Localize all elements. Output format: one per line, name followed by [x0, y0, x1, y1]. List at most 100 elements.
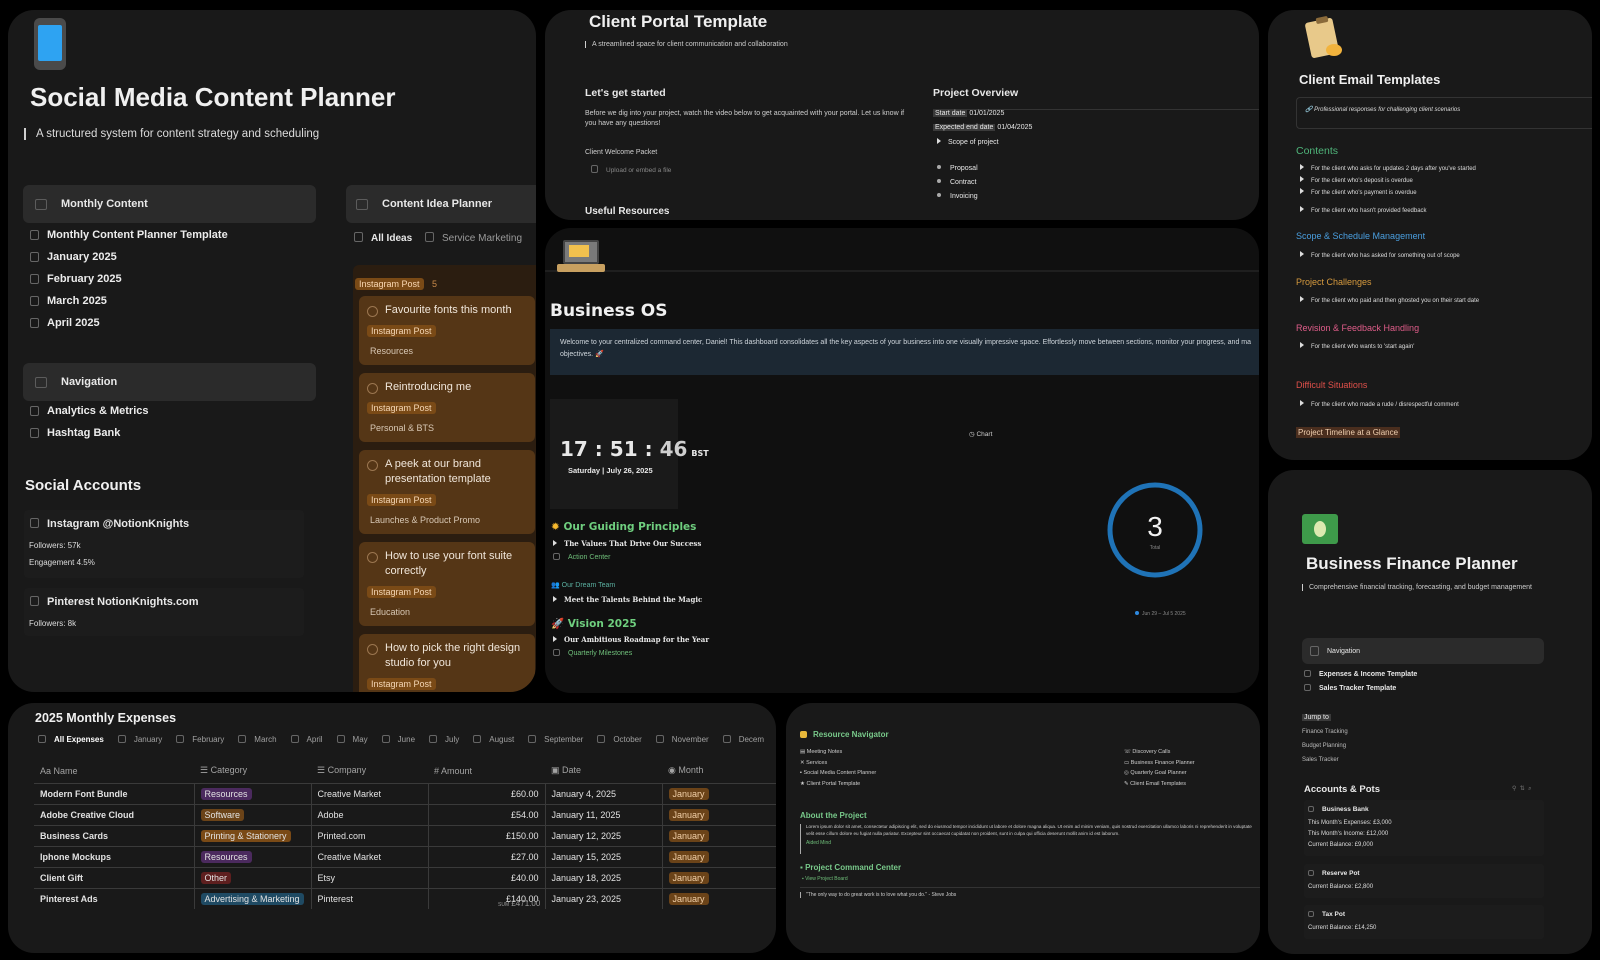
- tab-month[interactable]: January: [117, 735, 162, 744]
- idea-card[interactable]: Reintroducing me Instagram Post Personal…: [359, 373, 535, 442]
- column-header[interactable]: # Amount: [428, 759, 545, 783]
- nav-item[interactable]: Sales Tracker Template: [1304, 684, 1396, 692]
- tab-month[interactable]: November: [655, 735, 709, 744]
- navigation-heading[interactable]: Navigation: [23, 363, 316, 401]
- cell-name[interactable]: Modern Font Bundle: [34, 782, 195, 804]
- email-toggle[interactable]: For the client who paid and then ghosted…: [1300, 296, 1479, 304]
- milestones-link[interactable]: Quarterly Milestones: [553, 649, 632, 657]
- monthly-item[interactable]: March 2025: [30, 295, 107, 307]
- cell-name[interactable]: Client Gift: [34, 866, 195, 888]
- nav-link[interactable]: ☏ Discovery Calls: [1124, 747, 1195, 758]
- nav-link[interactable]: ✎ Client Email Templates: [1124, 779, 1195, 790]
- nav-item[interactable]: Hashtag Bank: [30, 427, 120, 439]
- idea-card[interactable]: How to pick the right design studio for …: [359, 634, 535, 692]
- pot-card[interactable]: Tax Pot Current Balance: £14,250: [1304, 905, 1544, 939]
- view-controls[interactable]: ⚲ ⇅ ⌕: [1512, 785, 1532, 793]
- cell-month[interactable]: January: [662, 803, 776, 825]
- cell-category[interactable]: Resources: [194, 782, 312, 804]
- monthly-content-heading[interactable]: Monthly Content: [23, 185, 316, 223]
- account-card[interactable]: Instagram @NotionKnights Followers: 57k …: [24, 510, 304, 578]
- column-header[interactable]: ◉ Month: [662, 759, 776, 783]
- cell-company[interactable]: Pinterest: [311, 887, 429, 909]
- idea-card[interactable]: Favourite fonts this month Instagram Pos…: [359, 296, 535, 365]
- tab-month[interactable]: Decem: [722, 735, 764, 744]
- column-header[interactable]: ☰ Category: [194, 759, 311, 783]
- cell-date[interactable]: January 15, 2025: [545, 845, 663, 867]
- tab-month[interactable]: March: [238, 735, 277, 744]
- cell-name[interactable]: Adobe Creative Cloud: [34, 803, 195, 825]
- cell-name[interactable]: Iphone Mockups: [34, 845, 195, 867]
- cell-category[interactable]: Software: [194, 803, 312, 825]
- table-row[interactable]: Iphone Mockups Resources Creative Market £2…: [34, 845, 776, 867]
- cell-company[interactable]: Creative Market: [311, 845, 429, 867]
- jump-link[interactable]: Budget Planning: [1302, 743, 1346, 749]
- cell-company[interactable]: Creative Market: [311, 782, 429, 804]
- jump-link[interactable]: Finance Tracking: [1302, 729, 1348, 735]
- nav-link[interactable]: ★ Client Portal Template: [800, 779, 876, 790]
- cell-month[interactable]: January: [662, 824, 776, 846]
- tab-month[interactable]: April: [290, 735, 323, 744]
- table-row[interactable]: Business Cards Printing & Stationery Print…: [34, 824, 776, 846]
- cell-amount[interactable]: £40.00: [428, 866, 546, 888]
- table-row[interactable]: Client Gift Other Etsy £40.00 January 18, 20…: [34, 866, 776, 888]
- table-row[interactable]: Modern Font Bundle Resources Creative Mark…: [34, 782, 776, 804]
- cell-month[interactable]: January: [662, 887, 776, 909]
- email-toggle[interactable]: For the client who's payment is overdue: [1300, 188, 1417, 196]
- email-toggle[interactable]: For the client who asks for updates 2 da…: [1300, 164, 1476, 172]
- cell-month[interactable]: January: [662, 866, 776, 888]
- email-toggle[interactable]: For the client who made a rude / disresp…: [1300, 400, 1459, 408]
- email-toggle[interactable]: For the client who wants to 'start again…: [1300, 342, 1414, 350]
- tab-month[interactable]: February: [176, 735, 224, 744]
- monthly-item[interactable]: January 2025: [30, 251, 117, 263]
- cell-category[interactable]: Resources: [194, 845, 312, 867]
- monthly-item[interactable]: April 2025: [30, 317, 100, 329]
- cell-date[interactable]: January 11, 2025: [545, 803, 663, 825]
- cell-amount[interactable]: £54.00: [428, 803, 546, 825]
- cell-name[interactable]: Pinterest Ads: [34, 887, 195, 909]
- tab-all-ideas[interactable]: All Ideas: [354, 232, 412, 244]
- idea-card[interactable]: How to use your font suite correctly Ins…: [359, 542, 535, 626]
- nav-link[interactable]: ◎ Quarterly Goal Planner: [1124, 768, 1195, 779]
- nav-link[interactable]: ▤ Meeting Notes: [800, 747, 876, 758]
- email-toggle[interactable]: For the client who hasn't provided feedb…: [1300, 206, 1427, 214]
- cell-amount[interactable]: £27.00: [428, 845, 546, 867]
- talents-toggle[interactable]: Meet the Talents Behind the Magic: [553, 595, 702, 604]
- cell-date[interactable]: January 23, 2025: [545, 887, 663, 909]
- roadmap-toggle[interactable]: Our Ambitious Roadmap for the Year: [553, 635, 709, 644]
- cell-company[interactable]: Etsy: [311, 866, 429, 888]
- nav-link[interactable]: ▭ Business Finance Planner: [1124, 758, 1195, 769]
- jump-link[interactable]: Sales Tracker: [1302, 757, 1339, 763]
- tab-month[interactable]: September: [528, 735, 583, 744]
- tab-month[interactable]: July: [429, 735, 459, 744]
- nav-item[interactable]: Expenses & Income Template: [1304, 670, 1417, 678]
- column-header[interactable]: ☰ Company: [311, 759, 428, 783]
- column-header[interactable]: Aa Name: [34, 759, 194, 783]
- tab-month[interactable]: June: [381, 735, 415, 744]
- cell-company[interactable]: Adobe: [311, 803, 429, 825]
- content-idea-heading[interactable]: Content Idea Planner: [346, 185, 536, 223]
- table-row[interactable]: Adobe Creative Cloud Software Adobe £54.00 J…: [34, 803, 776, 825]
- cell-month[interactable]: January: [662, 782, 776, 804]
- tab-all-expenses[interactable]: All Expenses: [38, 735, 104, 744]
- cell-category[interactable]: Printing & Stationery: [194, 824, 312, 846]
- pot-card[interactable]: Business Bank This Month's Expenses: £3,…: [1304, 800, 1544, 856]
- cell-category[interactable]: Advertising & Marketing: [194, 887, 312, 909]
- pot-card[interactable]: Reserve Pot Current Balance: £2,800: [1304, 864, 1544, 898]
- monthly-item[interactable]: February 2025: [30, 273, 122, 285]
- scope-toggle[interactable]: Scope of project: [937, 138, 999, 146]
- cell-date[interactable]: January 4, 2025: [545, 782, 663, 804]
- nav-link[interactable]: ✕ Services: [800, 758, 876, 769]
- timeline-link[interactable]: Project Timeline at a Glance: [1296, 427, 1401, 438]
- cell-category[interactable]: Other: [194, 866, 312, 888]
- idea-card[interactable]: A peek at our brand presentation templat…: [359, 450, 535, 534]
- cell-date[interactable]: January 18, 2025: [545, 866, 663, 888]
- cell-month[interactable]: January: [662, 845, 776, 867]
- tab-month[interactable]: August: [473, 735, 514, 744]
- cell-name[interactable]: Business Cards: [34, 824, 195, 846]
- cell-amount[interactable]: £150.00: [428, 824, 546, 846]
- cell-amount[interactable]: £60.00: [428, 782, 546, 804]
- tab-service-marketing[interactable]: Service Marketing: [425, 232, 522, 244]
- tab-month[interactable]: October: [597, 735, 642, 744]
- column-header[interactable]: ▣ Date: [545, 759, 662, 783]
- action-center-link[interactable]: Action Center: [553, 553, 610, 561]
